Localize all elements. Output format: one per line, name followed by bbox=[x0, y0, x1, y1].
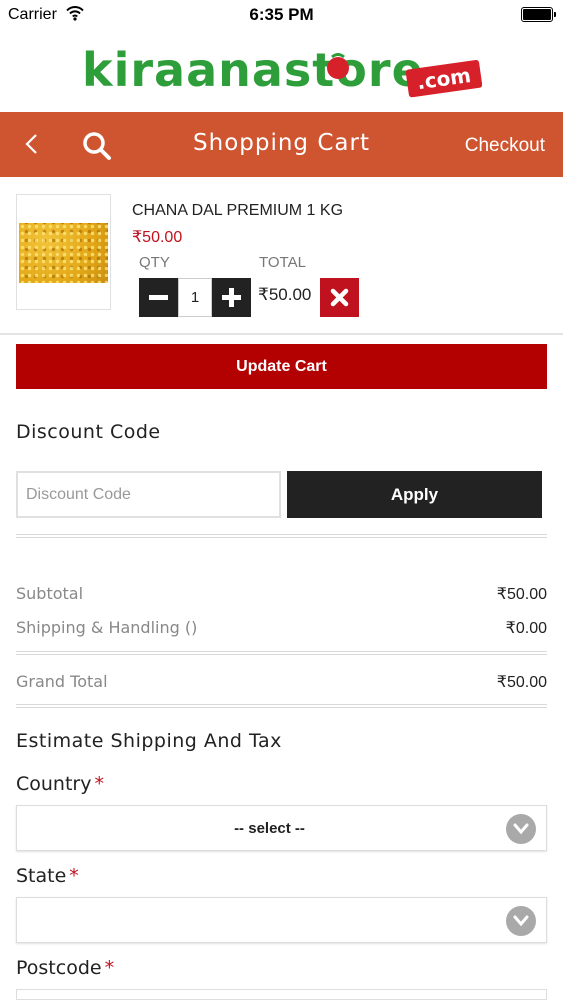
shipping-value: ₹0.00 bbox=[505, 620, 547, 637]
header-bar: Shopping Cart Checkout bbox=[0, 112, 563, 177]
product-image[interactable] bbox=[16, 194, 111, 310]
divider bbox=[16, 651, 547, 655]
postcode-input[interactable] bbox=[16, 989, 547, 1000]
required-mark: * bbox=[69, 865, 79, 887]
postcode-label: Postcode * bbox=[16, 957, 114, 979]
update-cart-button[interactable]: Update Cart bbox=[16, 344, 547, 389]
close-icon bbox=[330, 288, 349, 307]
country-select-value: -- select -- bbox=[234, 820, 305, 837]
postcode-label-text: Postcode bbox=[16, 957, 102, 979]
country-select[interactable]: -- select -- bbox=[16, 805, 547, 851]
subtotal-label: Subtotal bbox=[16, 584, 84, 603]
cart-item: CHANA DAL PREMIUM 1 KG ₹50.00 QTY TOTAL … bbox=[0, 177, 563, 335]
chana-dal-image bbox=[19, 223, 108, 283]
discount-code-input[interactable] bbox=[16, 471, 281, 518]
battery-icon bbox=[521, 7, 556, 22]
logo: kiraanastore .com bbox=[0, 40, 563, 102]
country-label-text: Country bbox=[16, 773, 92, 795]
estimate-shipping-heading: Estimate Shipping And Tax bbox=[16, 730, 282, 752]
total-label: TOTAL bbox=[259, 254, 306, 271]
grand-total-value: ₹50.00 bbox=[496, 674, 547, 691]
tomato-icon bbox=[326, 57, 349, 79]
kiraanastore-logo: kiraanastore .com bbox=[82, 43, 482, 98]
status-bar: Carrier 6:35 PM bbox=[0, 0, 563, 30]
divider bbox=[16, 534, 547, 538]
apply-discount-button[interactable]: Apply bbox=[287, 471, 542, 518]
checkout-button[interactable]: Checkout bbox=[465, 135, 545, 157]
required-mark: * bbox=[94, 773, 104, 795]
line-total: ₹50.00 bbox=[258, 285, 312, 304]
product-price: ₹50.00 bbox=[132, 229, 183, 246]
chevron-down-icon bbox=[506, 814, 536, 844]
divider bbox=[16, 704, 547, 708]
country-label: Country * bbox=[16, 773, 104, 795]
required-mark: * bbox=[104, 957, 115, 979]
logo-text: kiraanastore bbox=[82, 43, 424, 97]
state-select[interactable] bbox=[16, 897, 547, 943]
chevron-down-icon bbox=[506, 906, 536, 936]
subtotal-value: ₹50.00 bbox=[496, 586, 547, 603]
qty-decrease-button[interactable] bbox=[139, 278, 178, 317]
remove-item-button[interactable] bbox=[320, 278, 359, 317]
discount-heading: Discount Code bbox=[16, 421, 161, 443]
shipping-label: Shipping & Handling () bbox=[16, 618, 198, 637]
state-label: State * bbox=[16, 865, 79, 887]
status-time: 6:35 PM bbox=[249, 5, 314, 24]
qty-label: QTY bbox=[139, 254, 170, 271]
qty-increase-button[interactable] bbox=[212, 278, 251, 317]
grand-total-label: Grand Total bbox=[16, 672, 108, 691]
state-label-text: State bbox=[16, 865, 67, 887]
product-name[interactable]: CHANA DAL PREMIUM 1 KG bbox=[132, 202, 343, 220]
qty-input[interactable] bbox=[178, 278, 212, 317]
